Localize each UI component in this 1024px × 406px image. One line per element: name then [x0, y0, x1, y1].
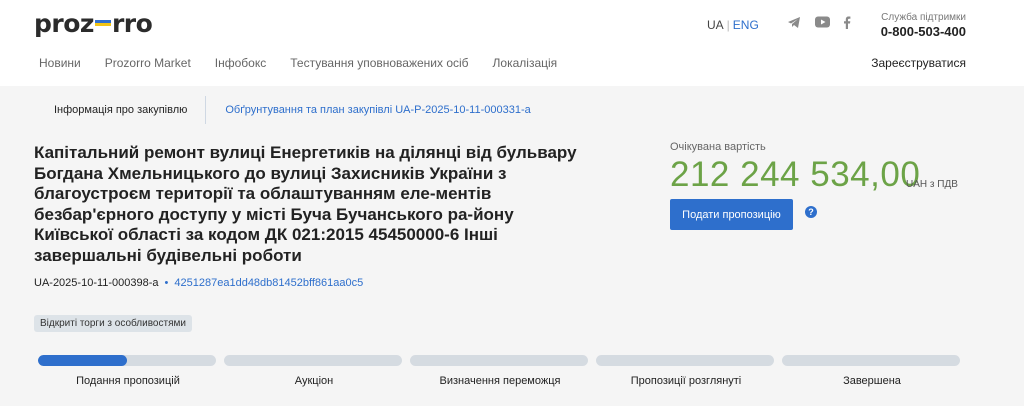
support-block: Служба підтримки 0-800-503-400 [881, 12, 966, 39]
stage-label: Пропозиції розглянуті [630, 375, 742, 387]
tab-procurement-info[interactable]: Інформація про закупівлю [34, 96, 207, 124]
telegram-icon[interactable] [787, 16, 801, 29]
register-link[interactable]: Зареєструватися [871, 56, 966, 70]
help-icon[interactable]: ? [805, 206, 817, 218]
lang-separator: | [726, 18, 730, 32]
stage-bar [410, 355, 588, 366]
submit-bid-button[interactable]: Подати пропозицію [670, 199, 793, 230]
logo-flag-icon [94, 20, 111, 26]
stage-label: Визначення переможця [439, 375, 561, 387]
language-switcher: UA | ENG [707, 18, 759, 32]
nav-item-market[interactable]: Prozorro Market [105, 56, 191, 70]
stage-bar [224, 355, 402, 366]
facebook-icon[interactable] [843, 16, 851, 29]
support-label: Служба підтримки [881, 12, 966, 23]
stage-bar-fill [38, 355, 127, 366]
currency-label: UAH з ПДВ [906, 179, 958, 190]
header: proz rro UA | ENG Служба підтримки 0-800-50… [0, 0, 1024, 86]
tender-content: Інформація про закупівлю Обґрунтування т… [0, 86, 1024, 406]
nav-item-testing[interactable]: Тестування уповноважених осіб [290, 56, 468, 70]
logo-text-left: proz [34, 9, 94, 38]
expected-value-label: Очікувана вартість [670, 141, 766, 153]
id-separator: • [164, 277, 169, 289]
lang-eng[interactable]: ENG [733, 18, 759, 32]
tender-title: Капітальний ремонт вулиці Енергетиків на… [34, 143, 577, 265]
youtube-icon[interactable] [815, 16, 830, 28]
expected-value: 212 244 534,00 [670, 155, 921, 194]
tab-plan-link[interactable]: Обґрунтування та план закупівлі UA-P-202… [206, 104, 530, 116]
lang-ua[interactable]: UA [707, 18, 724, 32]
nav-item-localization[interactable]: Локалізація [493, 56, 558, 70]
logo-text-right: rro [111, 9, 153, 38]
tender-hash-link[interactable]: 4251287ea1dd48db81452bff861aa0c5 [174, 277, 363, 289]
procedure-type-badge: Відкриті торги з особливостями [34, 315, 192, 332]
nav-item-news[interactable]: Новини [39, 56, 81, 70]
stage-bar [38, 355, 216, 366]
stage-bar [596, 355, 774, 366]
tender-identifiers: UA-2025-10-11-000398-a • 4251287ea1dd48d… [34, 277, 363, 289]
stage-bar [782, 355, 960, 366]
prozorro-logo[interactable]: proz rro [34, 9, 153, 38]
main-nav: Новини Prozorro Market Інфобокс Тестуван… [39, 56, 581, 70]
tender-id: UA-2025-10-11-000398-a [34, 277, 159, 289]
nav-item-infobox[interactable]: Інфобокс [215, 56, 266, 70]
tender-tabs: Інформація про закупівлю Обґрунтування т… [34, 96, 531, 124]
support-phone[interactable]: 0-800-503-400 [881, 24, 966, 39]
stage-label: Аукціон [294, 375, 334, 387]
stage-label: Подання пропозицій [76, 375, 180, 387]
stage-label: Завершена [843, 375, 901, 387]
